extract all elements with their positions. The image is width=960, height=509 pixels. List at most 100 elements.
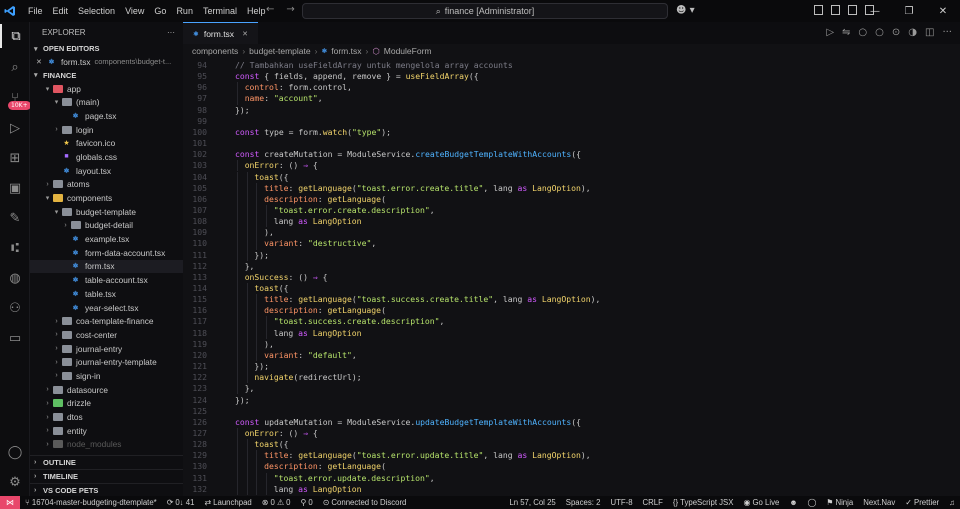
menu-item-file[interactable]: File: [23, 6, 48, 16]
search-icon[interactable]: ⌕: [0, 55, 30, 79]
settings-gear-icon[interactable]: ⚙: [0, 470, 30, 494]
encoding[interactable]: UTF-8: [605, 498, 637, 507]
menu-item-view[interactable]: View: [120, 6, 149, 16]
extensions-icon[interactable]: ⊞: [0, 146, 30, 170]
tree-folder[interactable]: › drizzle: [30, 397, 183, 411]
tree-file[interactable]: ⚛ table-account.tsx: [30, 273, 183, 287]
open-editors-section[interactable]: ▾ OPEN EDITORS: [30, 42, 183, 55]
project-root-section[interactable]: ▾ FINANCE: [30, 69, 183, 82]
tree-folder[interactable]: › dtos: [30, 410, 183, 424]
end-of-line[interactable]: CRLF: [638, 498, 668, 507]
discord-status[interactable]: ⊙ Connected to Discord: [318, 498, 412, 507]
sync-status[interactable]: ⟳ 0↓ 41: [162, 498, 200, 507]
tree-folder[interactable]: › atoms: [30, 178, 183, 192]
tree-folder[interactable]: › sign-in: [30, 369, 183, 383]
more-actions-icon[interactable]: ···: [167, 28, 175, 37]
copilot-icon[interactable]: ☻ ▾: [676, 5, 695, 16]
more-actions-icon[interactable]: ···: [942, 27, 952, 38]
tree-folder[interactable]: › entity: [30, 424, 183, 438]
run-debug-icon[interactable]: ▷: [0, 116, 30, 140]
cursor-position[interactable]: Ln 57, Col 25: [504, 498, 560, 507]
next-nav[interactable]: Next.Nav: [858, 498, 900, 507]
gitlens-icon[interactable]: ◍: [0, 266, 30, 290]
tab-form-tsx[interactable]: ⚛ form.tsx ✕: [183, 22, 258, 44]
go-live[interactable]: ◉ Go Live: [738, 498, 784, 507]
tree-file[interactable]: ⚛ table.tsx: [30, 287, 183, 301]
section-label: TIMELINE: [43, 472, 78, 481]
code-editor[interactable]: 94 // Tambahkan useFieldArray untuk menge…: [183, 59, 960, 496]
close-editor-icon[interactable]: ✕: [36, 58, 46, 66]
remote-indicator-icon[interactable]: ⋈: [0, 496, 20, 509]
menu-item-run[interactable]: Run: [171, 6, 198, 16]
brush-icon[interactable]: ✎: [0, 206, 30, 230]
next-change-icon[interactable]: ○: [875, 27, 884, 38]
tree-file[interactable]: ⚛ form-data-account.tsx: [30, 246, 183, 260]
language-mode[interactable]: {} TypeScript JSX: [668, 498, 739, 507]
prettier[interactable]: ✓ Prettier: [900, 498, 944, 507]
account-icon[interactable]: ◯: [0, 440, 30, 464]
breadcrumb-item[interactable]: budget-template: [249, 46, 310, 56]
indentation[interactable]: Spaces: 2: [561, 498, 606, 507]
toggle-secondary-sidebar-icon[interactable]: [848, 5, 857, 15]
minimize-icon[interactable]: —: [858, 0, 892, 22]
compare-icon[interactable]: ⇋: [842, 27, 850, 38]
command-center-search[interactable]: ⌕ finance [Administrator]: [302, 3, 668, 19]
tree-file[interactable]: ⚛ year-select.tsx: [30, 301, 183, 315]
menu-item-edit[interactable]: Edit: [48, 6, 74, 16]
tree-file[interactable]: ⚛ form.tsx: [30, 259, 183, 274]
section-vs-code-pets[interactable]: › VS CODE PETS: [30, 483, 183, 496]
tree-folder[interactable]: ▾ (main): [30, 95, 183, 109]
tree-folder[interactable]: › journal-entry-template: [30, 355, 183, 369]
launchpad[interactable]: ⇄ Launchpad: [199, 498, 256, 507]
breadcrumb-item[interactable]: components: [192, 46, 238, 56]
notifications-bell-icon[interactable]: ♫: [944, 498, 960, 507]
tree-file[interactable]: ⚛ example.tsx: [30, 232, 183, 246]
tree-folder[interactable]: ▾ app: [30, 82, 183, 96]
tree-folder[interactable]: › cost-center: [30, 328, 183, 342]
problems-indicator[interactable]: ⊗ 0 ⚠ 0: [257, 498, 296, 507]
toggle-panel-icon[interactable]: [831, 5, 840, 15]
restore-icon[interactable]: ❐: [892, 0, 926, 22]
ports-indicator[interactable]: ⚲ 0: [295, 498, 317, 507]
toggle-sidebar-icon[interactable]: [814, 5, 823, 15]
tree-folder[interactable]: › datasource: [30, 383, 183, 397]
copilot-status-icon[interactable]: ☻: [784, 498, 802, 507]
menu-item-selection[interactable]: Selection: [73, 6, 120, 16]
open-editor-item[interactable]: ✕ ⚛ form.tsx components\budget-t...: [30, 55, 183, 69]
gitlens-actions-icon[interactable]: ◑: [908, 27, 917, 38]
tree-folder[interactable]: › coa-template-finance: [30, 314, 183, 328]
tree-folder[interactable]: › budget-detail: [30, 219, 183, 233]
breadcrumb-item[interactable]: ModuleForm: [384, 46, 432, 56]
menu-item-terminal[interactable]: Terminal: [198, 6, 242, 16]
tree-folder[interactable]: ▾ components: [30, 191, 183, 205]
tree-folder[interactable]: › login: [30, 123, 183, 137]
tree-file[interactable]: ⚛ layout.tsx: [30, 164, 183, 178]
tree-folder[interactable]: ▾ budget-template: [30, 205, 183, 219]
section-timeline[interactable]: › TIMELINE: [30, 469, 183, 483]
tree-folder[interactable]: › journal-entry: [30, 342, 183, 356]
run-icon[interactable]: ▷: [826, 27, 834, 38]
split-editor-icon[interactable]: ◫: [925, 27, 934, 38]
remote-explorer-icon[interactable]: ▣: [0, 176, 30, 200]
branch-indicator[interactable]: ⑂ 16704-master-budgeting-dtemplate*: [20, 498, 162, 507]
tree-file[interactable]: ⚛ page.tsx: [30, 109, 183, 123]
terminal-icon[interactable]: ▭: [0, 326, 30, 350]
section-outline[interactable]: › OUTLINE: [30, 455, 183, 469]
explorer-icon[interactable]: ⧉: [0, 24, 30, 48]
git-graph-icon[interactable]: ⑆: [0, 236, 30, 260]
tree-file[interactable]: ■ globals.css: [30, 150, 183, 164]
breadcrumb-item[interactable]: form.tsx: [331, 46, 361, 56]
back-arrow-icon[interactable]: ←: [266, 4, 274, 15]
close-icon[interactable]: ✕: [926, 0, 960, 22]
close-tab-icon[interactable]: ✕: [242, 30, 248, 38]
previous-change-icon[interactable]: ○: [858, 27, 867, 38]
account-status-icon[interactable]: ◯: [803, 498, 822, 507]
source-control-icon[interactable]: ⑂ 10K+: [0, 86, 31, 110]
menu-item-go[interactable]: Go: [149, 6, 171, 16]
tree-file[interactable]: ★ favicon.ico: [30, 136, 183, 150]
ninja[interactable]: ⚑ Ninja: [821, 498, 858, 507]
database-icon[interactable]: ⚇: [0, 296, 30, 320]
tree-folder[interactable]: › node_modules: [30, 438, 183, 452]
open-changes-icon[interactable]: ⊙: [892, 27, 900, 38]
forward-arrow-icon[interactable]: →: [286, 4, 294, 15]
